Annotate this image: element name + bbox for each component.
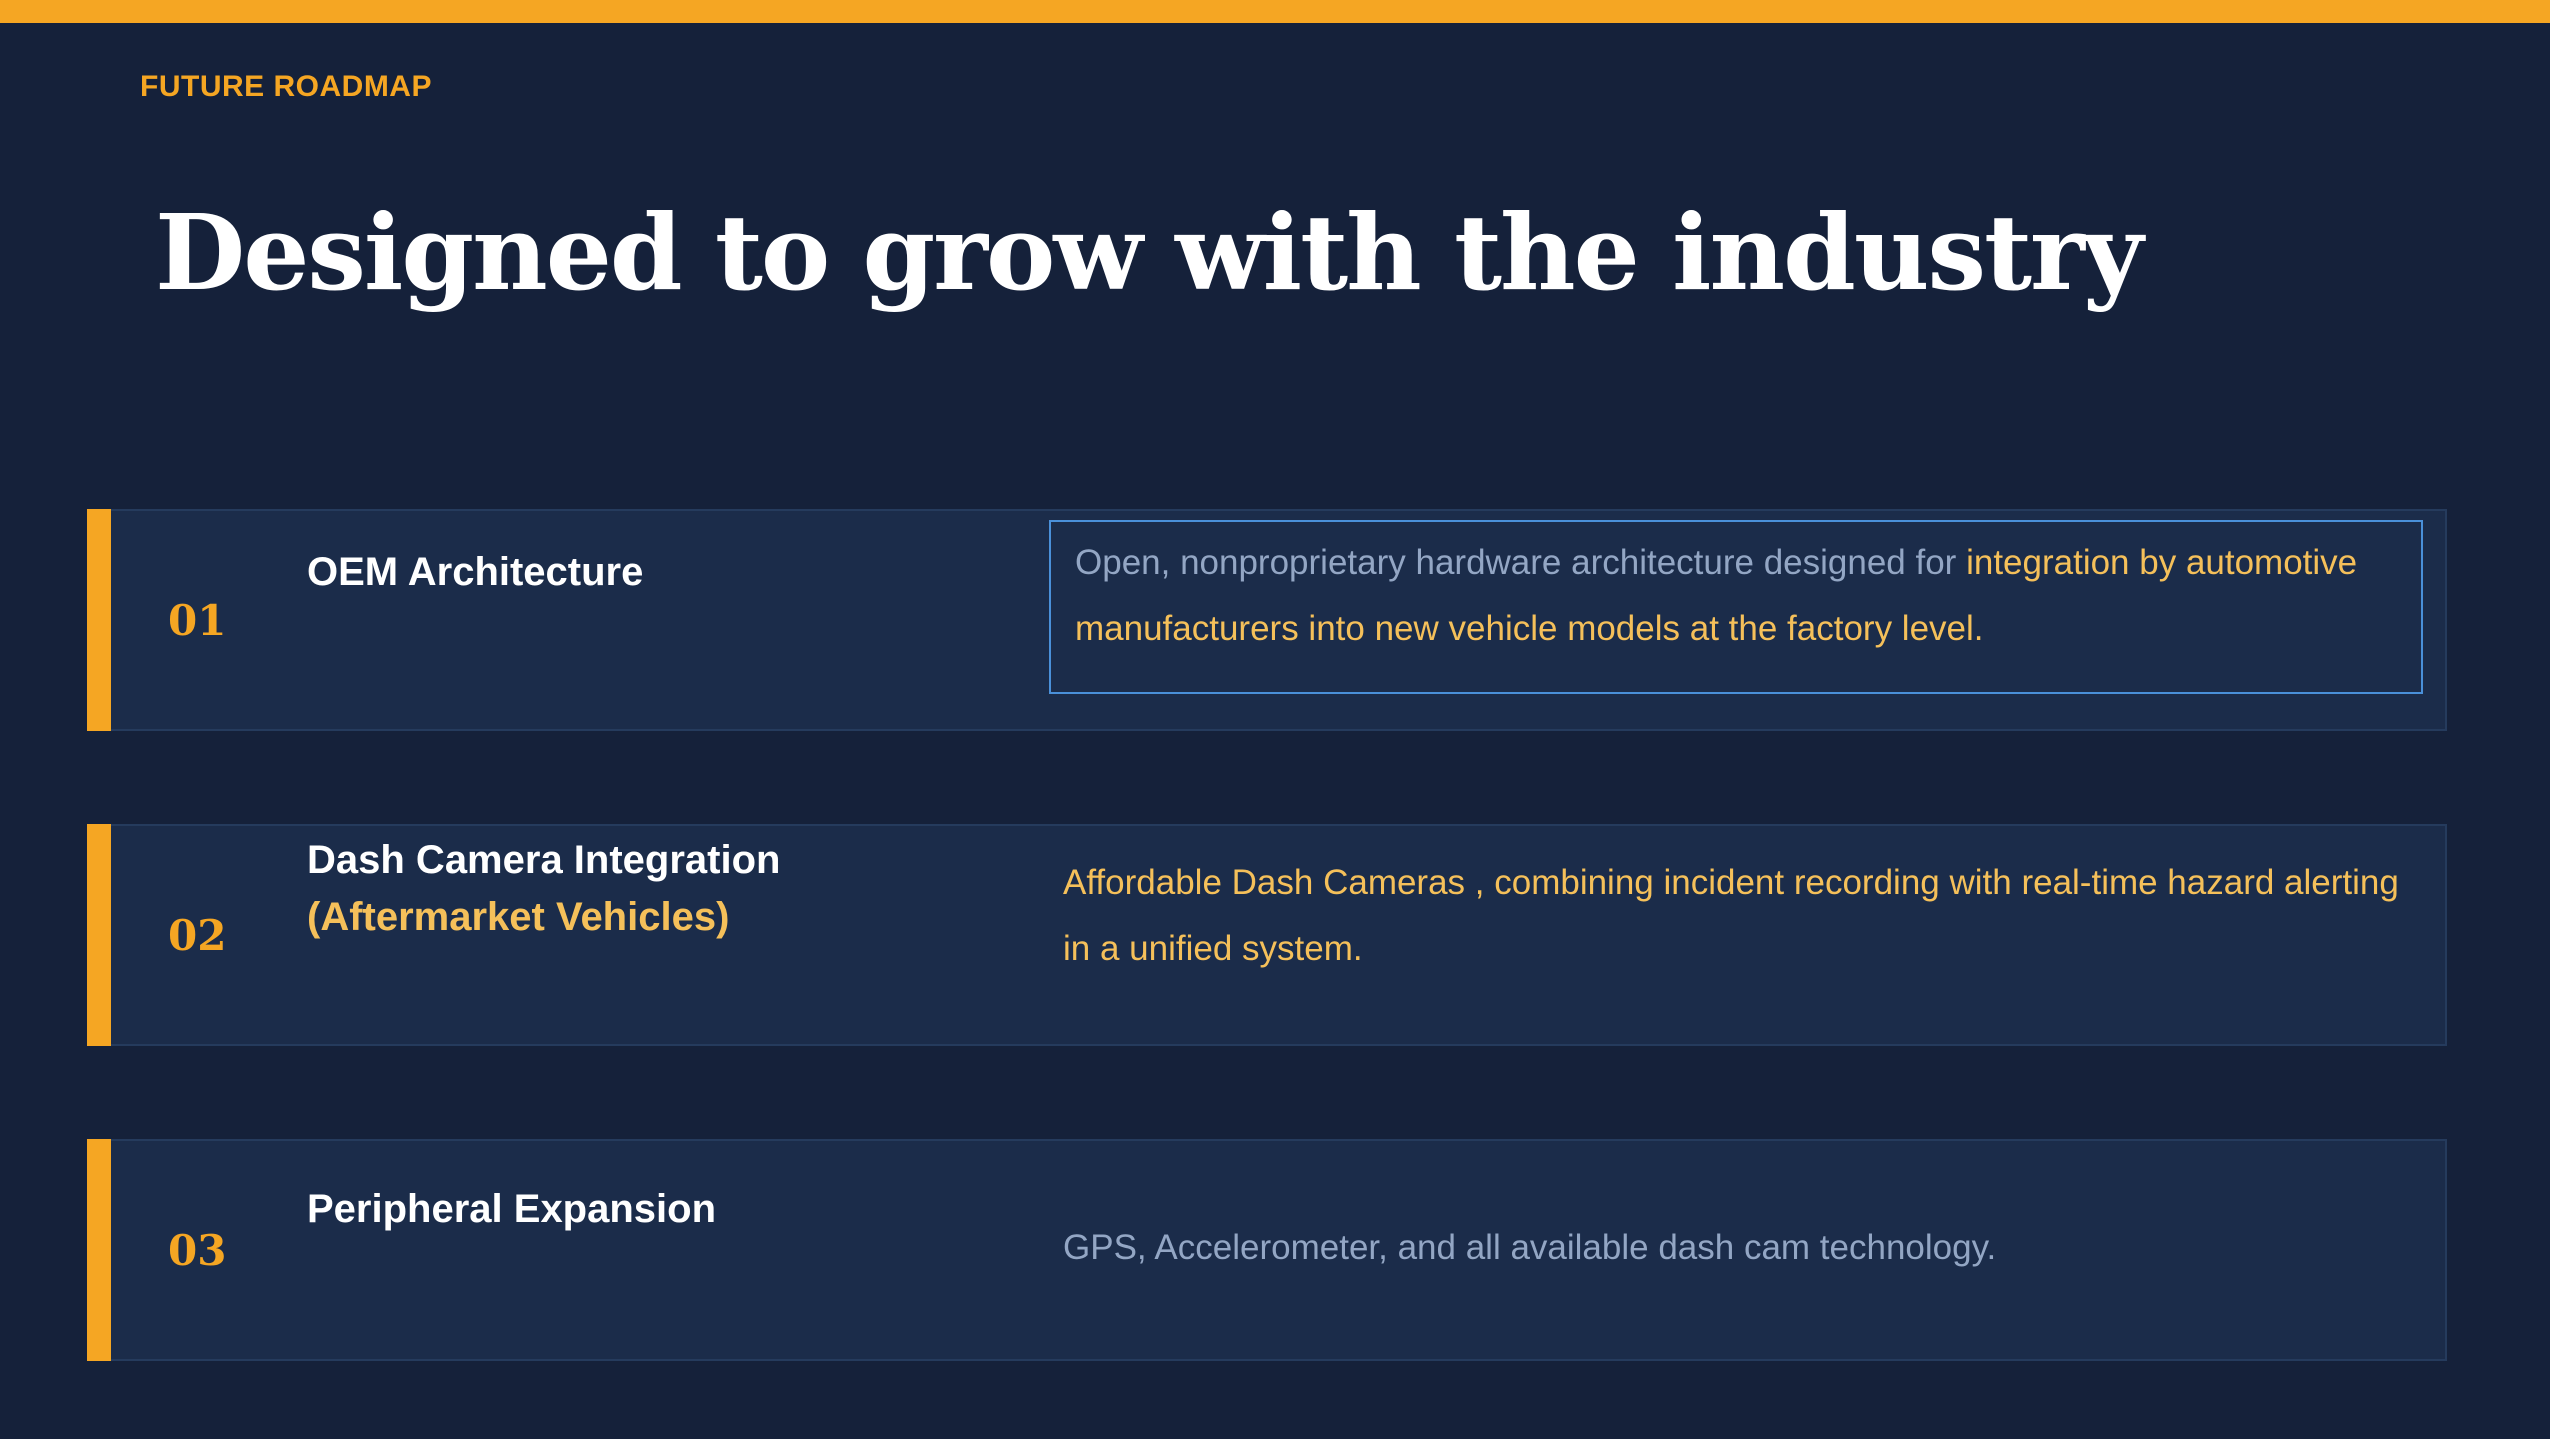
- description-plain-text: Open, nonproprietary hardware architectu…: [1075, 543, 1967, 582]
- roadmap-card-peripheral: 03 Peripheral Expansion GPS, Acceleromet…: [87, 1139, 2447, 1361]
- card-title: OEM Architecture: [307, 550, 644, 594]
- section-eyebrow: FUTURE ROADMAP: [140, 70, 432, 103]
- top-accent-bar: [0, 0, 2550, 23]
- slide: FUTURE ROADMAP Designed to grow with the…: [0, 0, 2550, 1439]
- card-title: Peripheral Expansion: [307, 1187, 717, 1231]
- roadmap-card-oem: 01 OEM Architecture Open, nonproprietary…: [87, 509, 2447, 731]
- card-accent-bar: [87, 824, 111, 1046]
- card-description[interactable]: Open, nonproprietary hardware architectu…: [1075, 530, 2405, 662]
- card-accent-bar: [87, 1139, 111, 1361]
- card-title: Dash Camera Integration: [307, 838, 781, 882]
- card-description: GPS, Accelerometer, and all available da…: [1063, 1228, 1997, 1267]
- card-number: 01: [168, 595, 227, 645]
- card-title-block: Dash Camera Integration (Aftermarket Veh…: [307, 832, 780, 946]
- page-title: Designed to grow with the industry: [155, 191, 2143, 314]
- card-number: 02: [168, 910, 227, 960]
- card-description: Affordable Dash Cameras , combining inci…: [1063, 863, 2399, 968]
- card-number: 03: [168, 1225, 227, 1275]
- card-subtitle: (Aftermarket Vehicles): [307, 895, 730, 939]
- roadmap-card-dashcam: 02 Dash Camera Integration (Aftermarket …: [87, 824, 2447, 1046]
- card-accent-bar: [87, 509, 111, 731]
